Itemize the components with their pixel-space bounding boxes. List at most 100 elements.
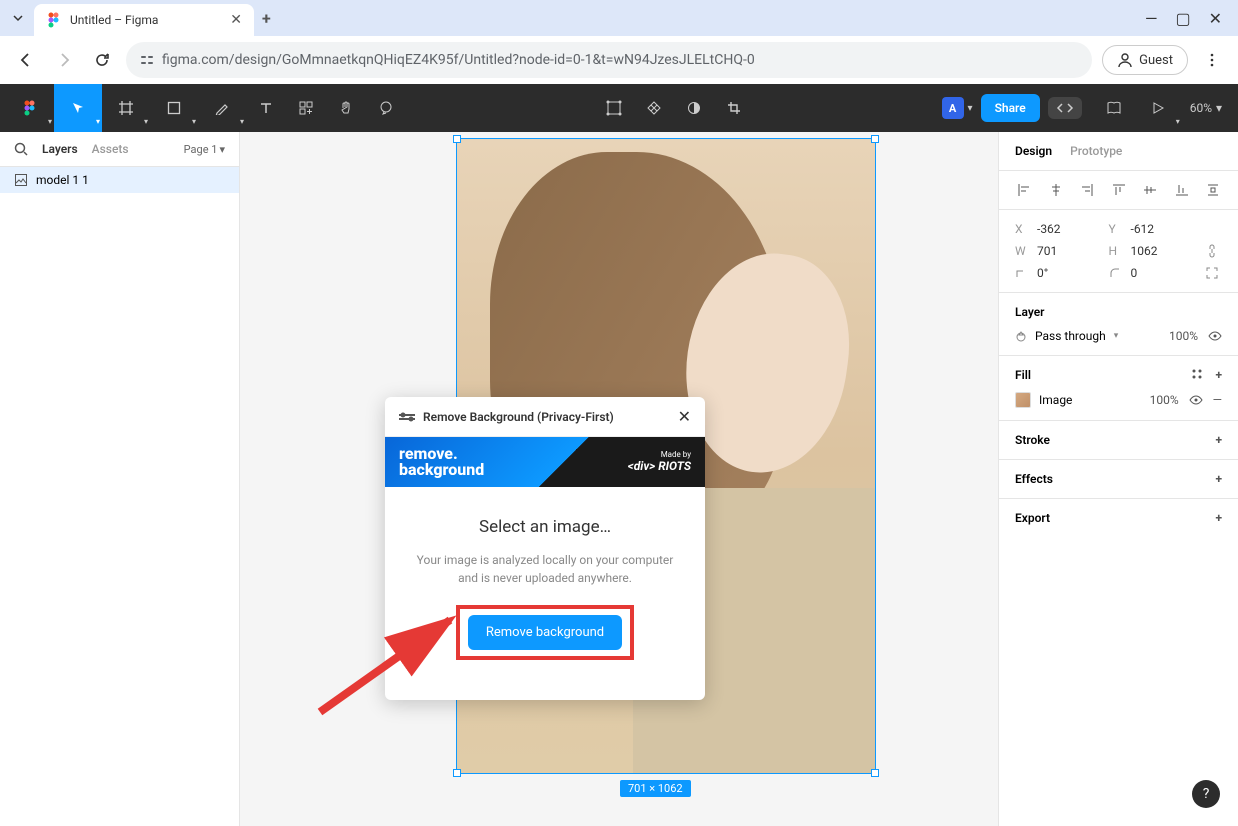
x-value[interactable]: -362	[1037, 222, 1105, 236]
rotation-value[interactable]: 0°	[1037, 266, 1105, 280]
corner-value[interactable]: 0	[1131, 266, 1199, 280]
styles-icon[interactable]	[1191, 368, 1203, 380]
profile-button[interactable]: Guest	[1102, 45, 1188, 75]
h-value[interactable]: 1062	[1131, 244, 1199, 258]
search-tabs-button[interactable]	[8, 8, 28, 28]
fill-type[interactable]: Image	[1039, 393, 1072, 407]
align-bottom-icon[interactable]	[1173, 181, 1191, 199]
frame-icon	[118, 100, 134, 116]
resize-handle-tr[interactable]	[871, 135, 879, 143]
plugin-title: Remove Background (Privacy-First)	[423, 410, 670, 424]
chevron-down-icon: ▾	[96, 117, 100, 126]
create-component-button[interactable]	[634, 84, 674, 132]
dialog-close-button[interactable]: ✕	[678, 407, 691, 426]
distribute-icon[interactable]	[1204, 181, 1222, 199]
code-icon	[1056, 102, 1074, 114]
hand-tool-button[interactable]	[326, 84, 366, 132]
comment-tool-button[interactable]	[366, 84, 406, 132]
minimize-button[interactable]: —	[1145, 9, 1158, 28]
figma-favicon-icon	[46, 12, 62, 28]
resize-handle-tl[interactable]	[453, 135, 461, 143]
shape-tool-button[interactable]: ▾	[150, 84, 198, 132]
dev-mode-toggle[interactable]	[1048, 97, 1082, 119]
mask-button[interactable]	[674, 84, 714, 132]
zoom-dropdown[interactable]: 60%▾	[1190, 101, 1222, 115]
browser-menu-button[interactable]	[1198, 46, 1226, 74]
arrow-left-icon	[17, 51, 35, 69]
close-window-button[interactable]: ✕	[1209, 9, 1222, 28]
forward-button[interactable]	[50, 46, 78, 74]
book-icon	[1106, 101, 1122, 115]
resources-button[interactable]	[286, 84, 326, 132]
page-selector[interactable]: Page 1 ▾	[184, 143, 225, 156]
assets-tab[interactable]: Assets	[92, 142, 129, 156]
figma-toolbar: ▾ ▾ ▾ ▾ ▾ A ▾ Share ▾ 60%▾	[0, 84, 1238, 132]
reload-icon	[94, 52, 110, 68]
transform-section: X-362 Y-612 W701 H1062 0° 0	[999, 210, 1238, 292]
add-fill-button[interactable]: +	[1215, 368, 1222, 382]
browser-tab-bar: Untitled – Figma ✕ + — ▢ ✕	[0, 0, 1238, 36]
guest-label: Guest	[1139, 53, 1173, 68]
address-bar-row: figma.com/design/GoMmnaetkqnQHiqEZ4K95f/…	[0, 36, 1238, 84]
add-export-button[interactable]: +	[1215, 511, 1222, 525]
align-top-icon[interactable]	[1110, 181, 1128, 199]
move-tool-button[interactable]: ▾	[54, 84, 102, 132]
align-right-icon[interactable]	[1078, 181, 1096, 199]
url-field[interactable]: figma.com/design/GoMmnaetkqnQHiqEZ4K95f/…	[126, 42, 1092, 78]
maximize-button[interactable]: ▢	[1175, 9, 1190, 28]
constrain-proportions-icon[interactable]	[1207, 244, 1217, 258]
blend-mode-select[interactable]: Pass through	[1035, 329, 1106, 343]
edit-object-button[interactable]	[594, 84, 634, 132]
search-icon[interactable]	[14, 142, 28, 156]
layers-tab[interactable]: Layers	[42, 142, 78, 156]
align-hcenter-icon[interactable]	[1047, 181, 1065, 199]
chevron-down-icon: ▾	[1216, 101, 1222, 115]
layer-item[interactable]: model 1 1	[0, 167, 239, 193]
visibility-icon[interactable]	[1189, 395, 1203, 405]
resize-handle-bl[interactable]	[453, 769, 461, 777]
design-tab[interactable]: Design	[1015, 144, 1052, 158]
user-avatar[interactable]: A	[942, 97, 964, 119]
library-button[interactable]	[1094, 84, 1134, 132]
banner-plugin-name: remove. background	[399, 446, 484, 478]
export-section-label: Export	[1015, 511, 1050, 525]
design-panel: Design Prototype X-362 Y-612 W701 H1062 …	[998, 132, 1238, 826]
avatar-chevron-icon[interactable]: ▾	[968, 103, 973, 114]
frame-tool-button[interactable]: ▾	[102, 84, 150, 132]
layer-opacity[interactable]: 100%	[1169, 329, 1198, 343]
help-button[interactable]: ?	[1192, 780, 1220, 808]
pen-tool-button[interactable]: ▾	[198, 84, 246, 132]
resources-icon	[299, 101, 313, 115]
visibility-icon[interactable]	[1208, 331, 1222, 341]
fill-swatch[interactable]	[1015, 392, 1031, 408]
resize-handle-br[interactable]	[871, 769, 879, 777]
banner-brand: <div> RIOTS	[628, 460, 691, 473]
remove-fill-button[interactable]: —	[1213, 393, 1222, 407]
hand-icon	[339, 101, 353, 115]
reload-button[interactable]	[88, 46, 116, 74]
prototype-tab[interactable]: Prototype	[1070, 144, 1122, 158]
present-button[interactable]: ▾	[1134, 84, 1182, 132]
user-icon	[1117, 52, 1133, 68]
stroke-section-label: Stroke	[1015, 433, 1050, 447]
add-stroke-button[interactable]: +	[1215, 433, 1222, 447]
crop-button[interactable]	[714, 84, 754, 132]
remove-background-button[interactable]: Remove background	[468, 615, 622, 650]
align-left-icon[interactable]	[1015, 181, 1033, 199]
independent-corners-icon[interactable]	[1206, 267, 1218, 279]
edit-object-icon	[606, 100, 622, 116]
fill-opacity[interactable]: 100%	[1150, 393, 1179, 407]
browser-tab[interactable]: Untitled – Figma ✕	[34, 4, 254, 36]
canvas[interactable]: 701 × 1062 Remove Background (Privacy-Fi…	[240, 132, 998, 826]
new-tab-button[interactable]: +	[254, 5, 279, 32]
tab-close-button[interactable]: ✕	[230, 12, 242, 28]
share-button[interactable]: Share	[981, 94, 1040, 122]
text-tool-button[interactable]	[246, 84, 286, 132]
y-value[interactable]: -612	[1131, 222, 1199, 236]
align-vcenter-icon[interactable]	[1141, 181, 1159, 199]
add-effect-button[interactable]: +	[1215, 472, 1222, 486]
back-button[interactable]	[12, 46, 40, 74]
w-value[interactable]: 701	[1037, 244, 1105, 258]
figma-menu-button[interactable]: ▾	[6, 84, 54, 132]
chevron-down-icon: ▾	[1176, 117, 1180, 126]
